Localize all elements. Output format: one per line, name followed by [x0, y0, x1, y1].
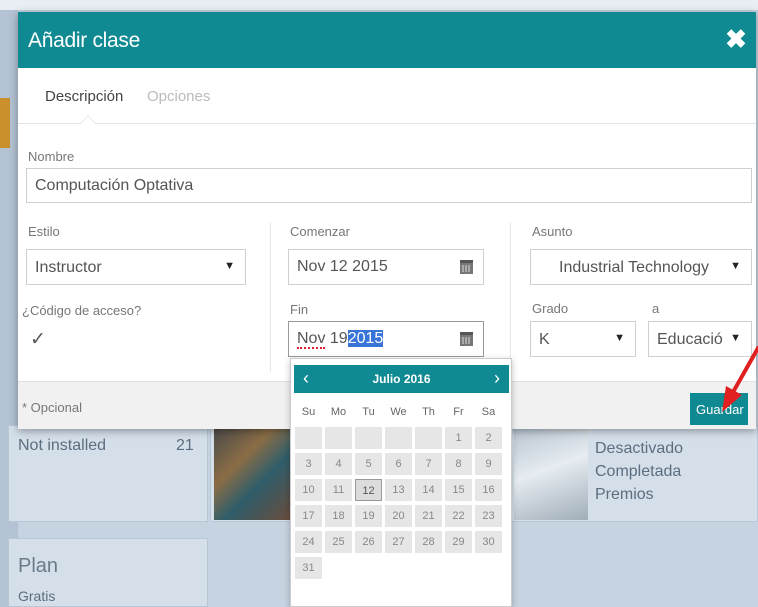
dropdown-arrow-icon: ▼ — [730, 260, 741, 272]
calendar-day[interactable]: 25 — [325, 531, 352, 553]
background-laptop-photo — [514, 428, 588, 520]
style-select[interactable]: Instructor ▼ — [26, 249, 246, 285]
dialog-header: Añadir clase ✖ — [18, 12, 756, 68]
grade-to-label: a — [652, 301, 660, 316]
background-stat-label: Not installed — [18, 437, 107, 454]
weekday-header: Mo — [330, 406, 347, 418]
grade-from-value: K — [539, 331, 550, 348]
calendar-day[interactable]: 16 — [475, 479, 502, 501]
calendar-day[interactable]: 2 — [475, 427, 502, 449]
date-picker-header: ‹ Julio 2016 › — [294, 365, 509, 393]
subject-select[interactable]: Industrial Technology ▼ — [530, 249, 752, 285]
calendar-day[interactable]: 27 — [385, 531, 412, 553]
calendar-day-empty — [415, 427, 442, 449]
background-plan-title: Plan — [18, 555, 59, 577]
weekday-header: We — [390, 406, 407, 418]
subject-select-value: Industrial Technology — [559, 259, 710, 276]
background-status-item: Completada — [595, 463, 682, 480]
calendar-day[interactable]: 6 — [385, 453, 412, 475]
start-label: Comenzar — [290, 224, 350, 239]
calendar-day[interactable]: 29 — [445, 531, 472, 553]
access-code-checkbox[interactable]: ✓ — [30, 330, 50, 350]
dialog-title: Añadir clase — [28, 29, 140, 52]
background-status-item: Premios — [595, 486, 654, 503]
weekday-header: Th — [422, 406, 435, 418]
calendar-day[interactable]: 20 — [385, 505, 412, 527]
calendar-icon[interactable] — [460, 332, 473, 346]
calendar-day[interactable]: 12 — [355, 479, 382, 501]
calendar-day[interactable]: 30 — [475, 531, 502, 553]
dropdown-arrow-icon: ▼ — [614, 332, 625, 344]
calendar-day[interactable]: 21 — [415, 505, 442, 527]
close-icon[interactable]: ✖ — [724, 25, 748, 53]
calendar-day-empty — [295, 427, 322, 449]
weekday-header: Tu — [362, 406, 375, 418]
calendar-day[interactable]: 22 — [445, 505, 472, 527]
date-picker-month-title[interactable]: Julio 2016 — [294, 372, 509, 386]
column-divider — [270, 222, 271, 372]
dropdown-arrow-icon: ▼ — [728, 332, 741, 344]
calendar-day[interactable]: 14 — [415, 479, 442, 501]
calendar-day[interactable]: 26 — [355, 531, 382, 553]
calendar-day[interactable]: 15 — [445, 479, 472, 501]
grade-to-select[interactable]: Educació ▼ — [648, 321, 752, 357]
calendar-day-empty — [385, 427, 412, 449]
background-status-item: Desactivado — [595, 440, 684, 457]
end-date-input[interactable]: Nov 192015 — [288, 321, 484, 357]
name-label: Nombre — [28, 149, 75, 164]
weekday-header: Sa — [481, 406, 496, 418]
calendar-day[interactable]: 11 — [325, 479, 352, 501]
calendar-day[interactable]: 10 — [295, 479, 322, 501]
grade-from-select[interactable]: K ▼ — [530, 321, 636, 357]
calendar-day[interactable]: 3 — [295, 453, 322, 475]
calendar-day[interactable]: 4 — [325, 453, 352, 475]
calendar-day-empty — [325, 427, 352, 449]
end-date-month: Nov — [297, 330, 326, 349]
access-code-label: ¿Código de acceso? — [22, 303, 142, 318]
save-button[interactable]: Guardar — [690, 393, 748, 425]
optional-note: * Opcional — [22, 400, 82, 415]
active-tab-caret — [80, 115, 96, 124]
calendar-day[interactable]: 28 — [415, 531, 442, 553]
end-date-day: 19 — [329, 330, 348, 347]
calendar-day[interactable]: 31 — [295, 557, 322, 579]
grade-label: Grado — [532, 301, 569, 316]
date-picker-popup: ‹ Julio 2016 › Su Mo Tu We Th Fr Sa 1 2 3 4 5 6 7 8 9 10… — [290, 358, 512, 607]
background-stat-value: 21 — [176, 437, 194, 454]
background-plan-value: Gratis — [18, 588, 56, 604]
calendar-day-empty — [355, 427, 382, 449]
tab-description[interactable]: Descripción — [45, 88, 123, 105]
calendar-day[interactable]: 13 — [385, 479, 412, 501]
calendar-icon[interactable] — [460, 260, 473, 274]
calendar-day[interactable]: 7 — [415, 453, 442, 475]
subject-label: Asunto — [532, 224, 573, 239]
end-label: Fin — [290, 302, 309, 317]
grade-to-value: Educació — [657, 331, 723, 348]
calendar-day[interactable]: 18 — [325, 505, 352, 527]
background-top-bar — [0, 0, 758, 10]
calendar-day[interactable]: 9 — [475, 453, 502, 475]
dropdown-arrow-icon: ▼ — [224, 260, 235, 272]
calendar-day[interactable]: 8 — [445, 453, 472, 475]
end-date-year-selected: 2015 — [347, 330, 384, 347]
dialog-tabs: Descripción Opciones — [18, 68, 756, 124]
column-divider — [510, 222, 511, 372]
tab-options[interactable]: Opciones — [147, 88, 210, 105]
calendar-day[interactable]: 23 — [475, 505, 502, 527]
calendar-day[interactable]: 5 — [355, 453, 382, 475]
weekday-header: Su — [301, 406, 316, 418]
style-label: Estilo — [28, 224, 60, 239]
name-input[interactable]: Computación Optativa — [26, 168, 752, 203]
background-photo — [214, 428, 292, 520]
style-select-value: Instructor — [35, 259, 102, 276]
start-date-value: Nov 12 2015 — [297, 258, 388, 275]
calendar-day[interactable]: 1 — [445, 427, 472, 449]
start-date-input[interactable]: Nov 12 2015 — [288, 249, 484, 285]
calendar-day[interactable]: 19 — [355, 505, 382, 527]
background-orange-marker — [0, 98, 10, 148]
weekday-header: Fr — [453, 406, 464, 418]
calendar-day[interactable]: 17 — [295, 505, 322, 527]
calendar-day[interactable]: 24 — [295, 531, 322, 553]
next-month-icon[interactable]: › — [488, 368, 506, 389]
